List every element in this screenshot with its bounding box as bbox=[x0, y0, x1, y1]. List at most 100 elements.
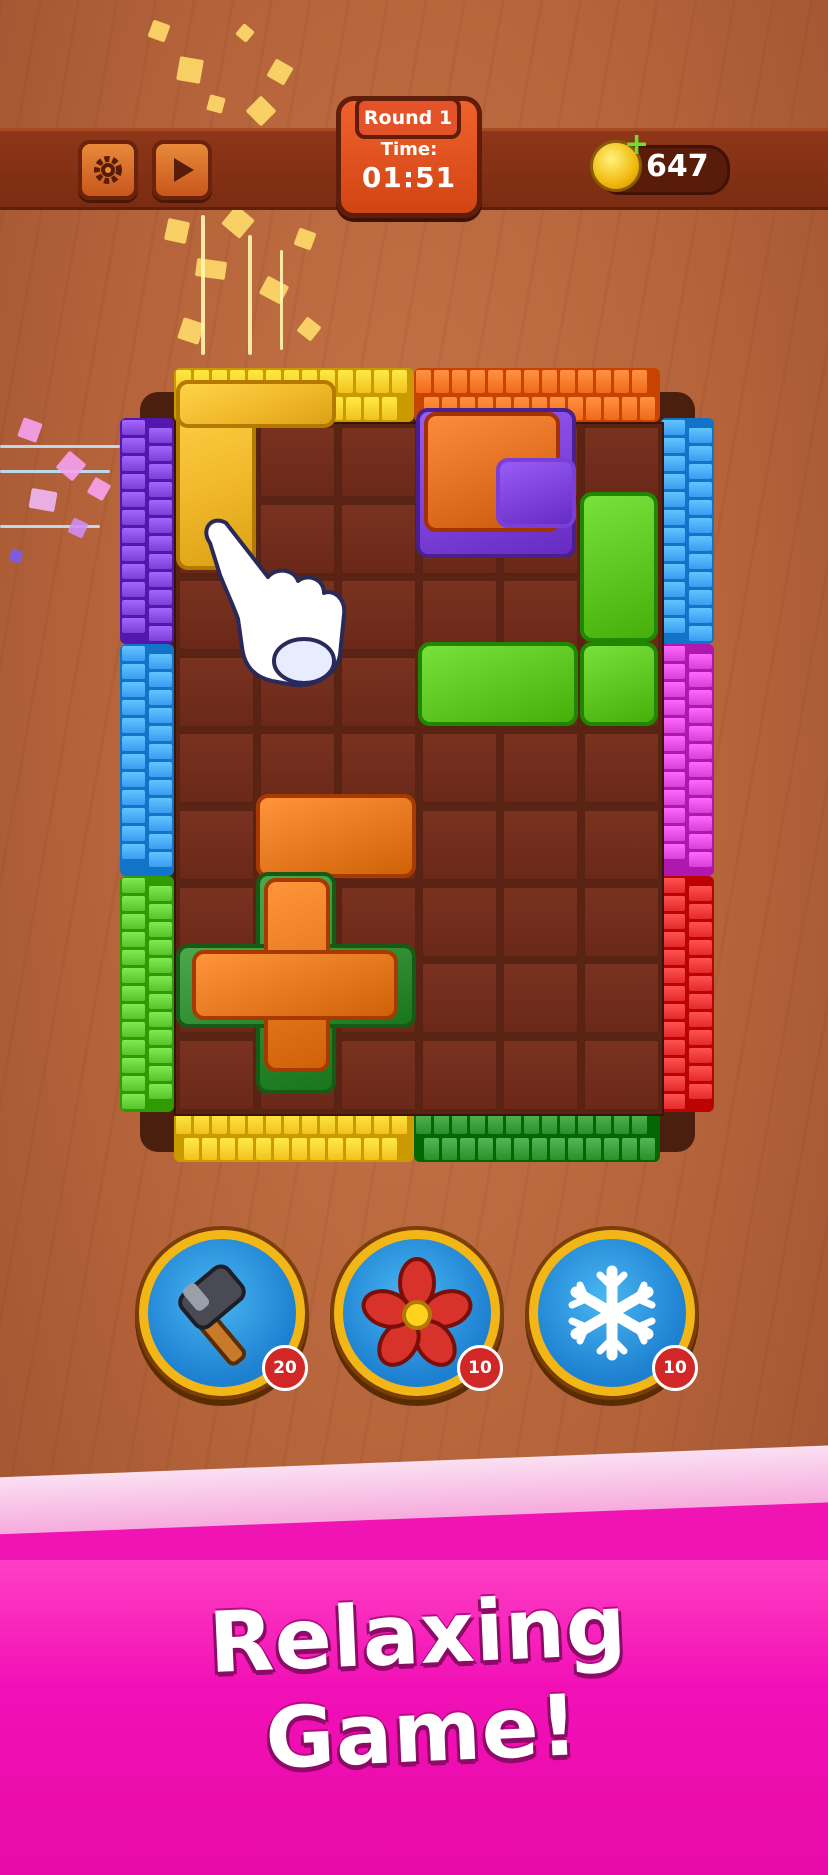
wall-brick bbox=[689, 654, 712, 669]
wall-brick bbox=[662, 1022, 685, 1037]
wall-brick bbox=[662, 914, 685, 929]
wall-brick bbox=[689, 626, 712, 641]
hammer-booster[interactable]: 20 bbox=[139, 1230, 308, 1396]
board-cell[interactable] bbox=[502, 962, 579, 1035]
wall-brick bbox=[149, 780, 172, 795]
board-cell[interactable] bbox=[583, 1038, 660, 1111]
fan-booster[interactable]: 10 bbox=[334, 1230, 503, 1396]
board-cell[interactable] bbox=[583, 809, 660, 881]
wall-brick bbox=[689, 994, 712, 1009]
wall-bottom-yellow bbox=[174, 1110, 414, 1162]
play-button[interactable] bbox=[152, 140, 212, 200]
board-cell[interactable] bbox=[502, 809, 579, 881]
wall-brick bbox=[689, 816, 712, 831]
wall-brick bbox=[202, 1138, 217, 1160]
wall-brick bbox=[662, 456, 685, 471]
settings-button[interactable] bbox=[78, 140, 138, 200]
wall-brick bbox=[149, 852, 172, 867]
green-j-piece-vertical[interactable] bbox=[580, 492, 658, 642]
wall-brick bbox=[514, 1138, 529, 1160]
wall-brick bbox=[149, 816, 172, 831]
wall-brick bbox=[689, 690, 712, 705]
wall-brick bbox=[122, 986, 145, 1001]
gear-icon bbox=[94, 156, 122, 184]
board-cell[interactable] bbox=[583, 732, 660, 805]
board-cell[interactable] bbox=[340, 502, 417, 575]
wall-brick bbox=[149, 726, 172, 741]
wall-brick bbox=[149, 1066, 172, 1081]
board-cell[interactable] bbox=[421, 885, 498, 958]
wall-brick bbox=[338, 370, 353, 393]
wall-brick bbox=[662, 844, 685, 859]
wall-brick bbox=[149, 940, 172, 955]
board-cell[interactable] bbox=[421, 809, 498, 881]
wall-brick bbox=[292, 1138, 307, 1160]
wall-brick bbox=[689, 536, 712, 551]
wall-brick bbox=[149, 958, 172, 973]
board-cell[interactable] bbox=[421, 579, 498, 652]
wall-brick bbox=[662, 986, 685, 1001]
wall-brick bbox=[622, 1138, 637, 1160]
wall-brick bbox=[524, 370, 539, 393]
wall-brick bbox=[568, 1138, 583, 1160]
wall-brick bbox=[689, 554, 712, 569]
wall-brick bbox=[689, 904, 712, 919]
wall-brick bbox=[442, 1138, 457, 1160]
wall-brick bbox=[662, 736, 685, 751]
board-cell[interactable] bbox=[340, 579, 417, 652]
wall-brick bbox=[662, 808, 685, 823]
wall-right-blue bbox=[660, 418, 714, 644]
board-cell[interactable] bbox=[340, 426, 417, 498]
play-icon bbox=[174, 158, 194, 182]
wall-brick bbox=[122, 618, 145, 633]
wall-brick bbox=[122, 474, 145, 489]
wall-brick bbox=[149, 608, 172, 623]
wall-brick bbox=[149, 536, 172, 551]
wall-brick bbox=[689, 940, 712, 955]
wall-brick bbox=[550, 1138, 565, 1160]
board-cell[interactable] bbox=[340, 655, 417, 728]
wall-brick bbox=[662, 718, 685, 733]
board-cell[interactable] bbox=[583, 426, 660, 498]
board-cell[interactable] bbox=[502, 1038, 579, 1111]
wall-brick bbox=[149, 1048, 172, 1063]
board-cell[interactable] bbox=[178, 732, 255, 805]
board-cell[interactable] bbox=[421, 732, 498, 805]
wall-brick bbox=[689, 608, 712, 623]
wall-brick bbox=[506, 370, 521, 393]
board-cell[interactable] bbox=[178, 1038, 255, 1111]
time-value: 01:51 bbox=[361, 161, 457, 194]
wall-brick bbox=[689, 446, 712, 461]
green-j-piece-bottom[interactable] bbox=[418, 642, 578, 726]
board-cell[interactable] bbox=[583, 962, 660, 1035]
board-cell[interactable] bbox=[502, 885, 579, 958]
wall-brick bbox=[496, 1138, 511, 1160]
wall-brick bbox=[364, 1138, 379, 1160]
wall-brick bbox=[149, 708, 172, 723]
green-j-piece-corner[interactable] bbox=[580, 642, 658, 726]
wall-brick bbox=[452, 370, 467, 393]
orange-plus-horizontal[interactable] bbox=[192, 950, 398, 1020]
wall-left-green bbox=[120, 876, 174, 1112]
board-cell[interactable] bbox=[421, 962, 498, 1035]
wall-brick bbox=[122, 1076, 145, 1091]
purple-cutout[interactable] bbox=[496, 458, 576, 528]
board-cell[interactable] bbox=[340, 1038, 417, 1111]
wall-brick bbox=[542, 370, 557, 393]
wall-brick bbox=[122, 790, 145, 805]
wall-brick bbox=[149, 446, 172, 461]
board-cell[interactable] bbox=[259, 426, 336, 498]
freeze-booster[interactable]: 10 bbox=[529, 1230, 698, 1396]
board-cell[interactable] bbox=[502, 732, 579, 805]
board-cell[interactable] bbox=[502, 579, 579, 652]
board-cell[interactable] bbox=[421, 1038, 498, 1111]
wall-brick bbox=[149, 654, 172, 669]
yellow-l-piece-top[interactable] bbox=[176, 380, 336, 428]
orange-bar-piece[interactable] bbox=[256, 794, 416, 878]
wall-brick bbox=[149, 886, 172, 901]
wall-brick bbox=[586, 1138, 601, 1160]
wall-brick bbox=[689, 886, 712, 901]
board-cell[interactable] bbox=[178, 809, 255, 881]
wall-brick bbox=[689, 726, 712, 741]
board-cell[interactable] bbox=[583, 885, 660, 958]
